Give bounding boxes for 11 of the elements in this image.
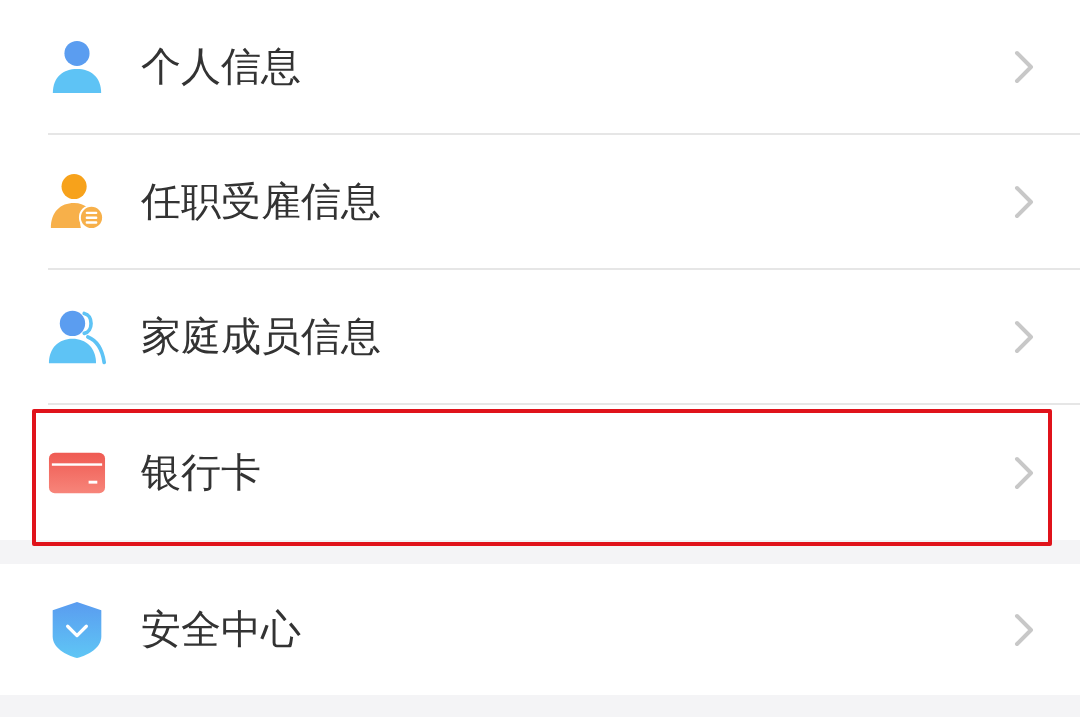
chevron-right-icon: [1014, 49, 1034, 84]
menu-item-label[interactable]: 家庭成员信息: [141, 309, 1014, 364]
chevron-right-icon: [1014, 184, 1034, 219]
chevron-right-icon: [1014, 319, 1034, 354]
menu-item-label[interactable]: 任职受雇信息: [141, 174, 1014, 229]
chevron-right-icon: [1014, 455, 1034, 490]
menu-item-label[interactable]: 安全中心: [141, 602, 1014, 657]
menu-item-label[interactable]: 银行卡: [141, 445, 1014, 500]
person-document-icon: [48, 172, 106, 231]
menu-item-label[interactable]: 个人信息: [141, 39, 1014, 94]
chevron-right-icon: [1014, 612, 1034, 647]
